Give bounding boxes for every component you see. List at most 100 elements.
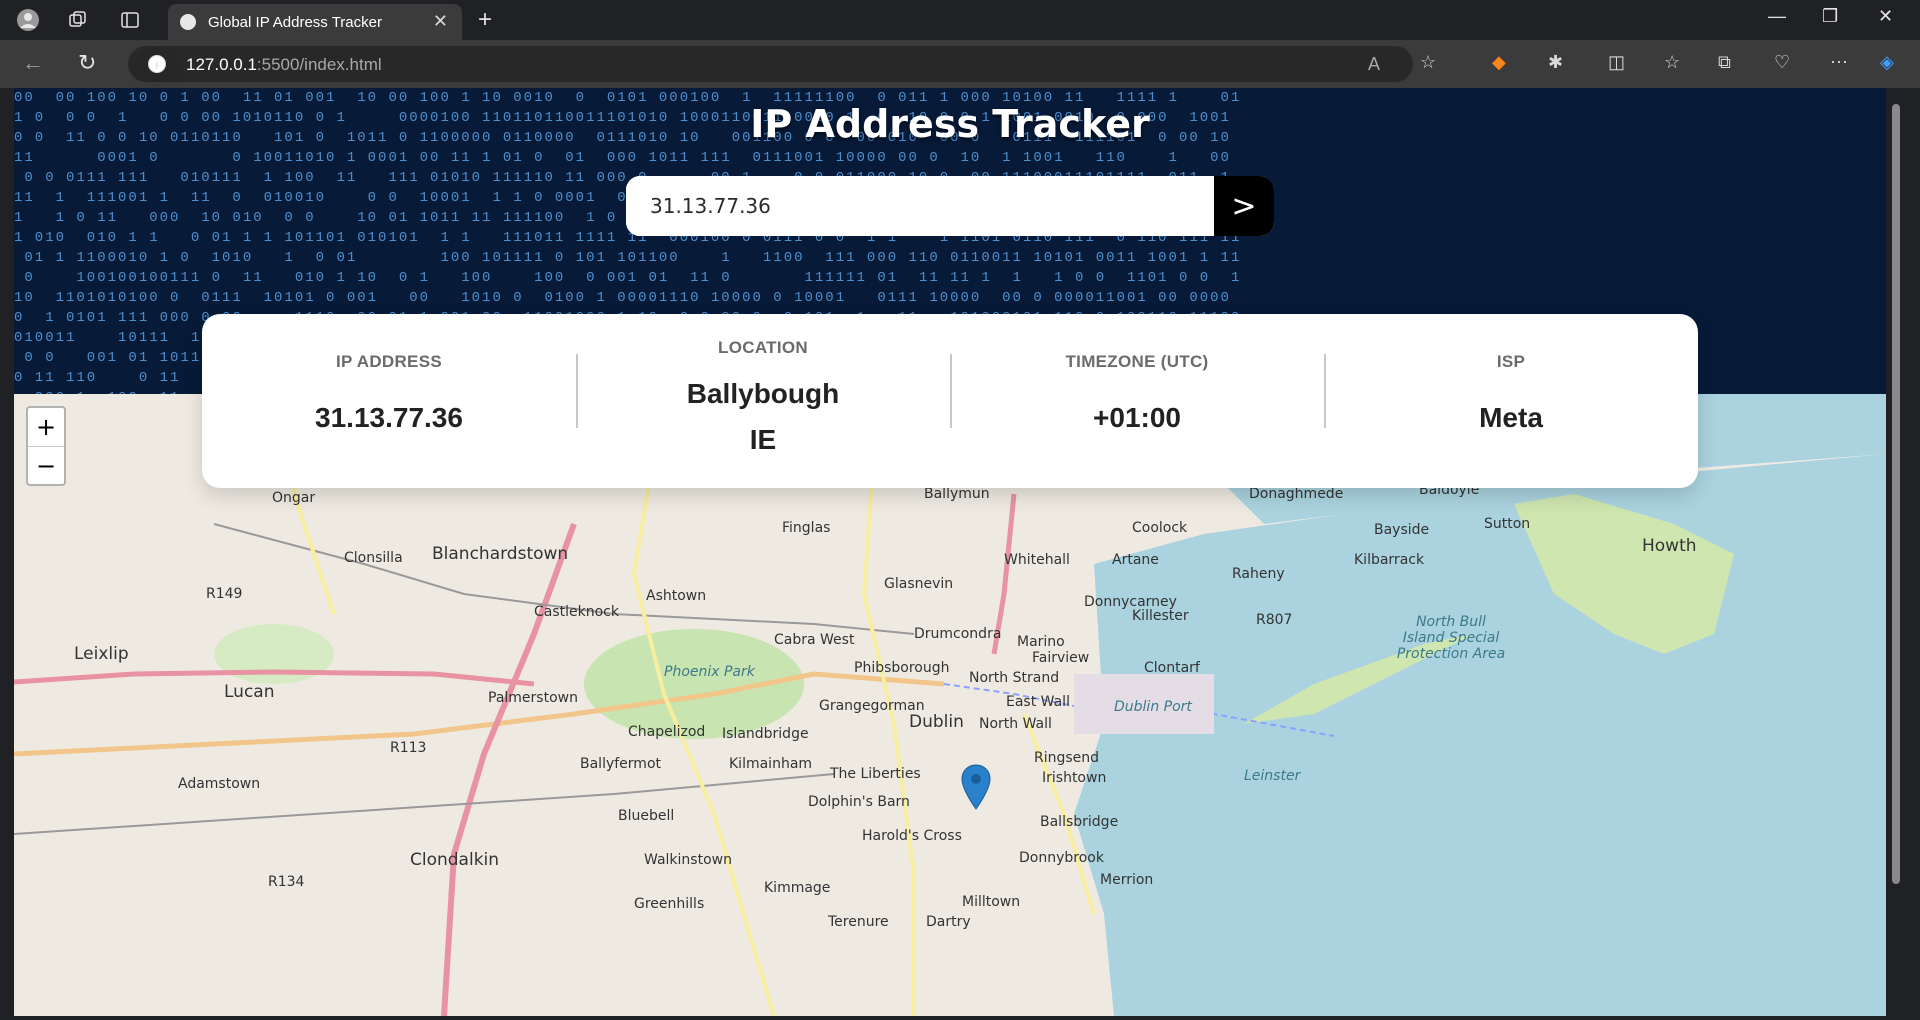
page-title: IP Address Tracker — [750, 102, 1150, 146]
map-place-label: Donnybrook — [1019, 850, 1104, 866]
map-place-label: East Wall — [1006, 694, 1070, 710]
map-place-label: Greenhills — [634, 896, 705, 912]
map-place-label: Dublin Port — [1114, 699, 1192, 715]
map-place-label: Kimmage — [764, 880, 831, 896]
restore-icon[interactable]: ❐ — [1822, 6, 1838, 27]
chevron-right-icon: > — [1231, 188, 1257, 224]
extensions-icon[interactable]: ✱ — [1548, 52, 1563, 73]
favorites-icon[interactable]: ☆ — [1664, 52, 1680, 73]
isp-section: ISP Meta — [1324, 314, 1698, 488]
map-place-label: Islandbridge — [722, 726, 809, 742]
more-menu-icon[interactable]: ⋯ — [1830, 52, 1848, 73]
copilot-icon[interactable]: ◈ — [1880, 52, 1894, 73]
map-place-label: Kilbarrack — [1354, 552, 1425, 568]
window-close-icon[interactable]: ✕ — [1878, 6, 1893, 27]
map-place-label: Marino — [1017, 634, 1065, 650]
search-submit-button[interactable]: > — [1214, 176, 1274, 236]
timezone-label: TIMEZONE (UTC) — [1065, 352, 1209, 371]
map-place-label: Artane — [1112, 552, 1159, 568]
map-place-label: Chapelizod — [628, 724, 706, 740]
collections-icon[interactable]: ⧉ — [1718, 52, 1731, 73]
vertical-tabs-icon[interactable] — [118, 8, 142, 32]
map-place-label: Ballsbridge — [1040, 814, 1119, 830]
map-place-label: Blanchardstown — [432, 544, 569, 564]
map-place-label: Howth — [1642, 536, 1697, 556]
browser-tab-bar: Global IP Address Tracker ✕ + — ❐ ✕ — [0, 0, 1920, 40]
new-tab-icon[interactable]: + — [478, 6, 492, 34]
map-place-label: Dolphin's Barn — [808, 794, 910, 810]
map-place-label: Cabra West — [774, 632, 855, 648]
read-aloud-icon[interactable]: A — [1368, 54, 1380, 75]
tab-close-icon[interactable]: ✕ — [433, 11, 448, 32]
scrollbar-thumb[interactable] — [1892, 104, 1900, 884]
map-place-label: Ballymun — [924, 486, 990, 502]
map-place-label: Castleknock — [534, 604, 619, 620]
map-place-label: Fairview — [1032, 650, 1090, 666]
map-place-label: Glasnevin — [884, 576, 954, 592]
refresh-icon[interactable]: ↻ — [78, 50, 96, 76]
url-host: 127.0.0.1 — [186, 55, 257, 74]
map-place-label: Raheny — [1232, 566, 1285, 582]
page-scrollbar[interactable] — [1886, 88, 1906, 1016]
map-place-label: Kilmainham — [729, 756, 813, 772]
map-place-label: Ringsend — [1034, 750, 1100, 766]
map-place-label: Donaghmede — [1249, 486, 1344, 502]
map-place-label: Phibsborough — [854, 660, 950, 676]
map-place-label: R807 — [1256, 612, 1293, 628]
map-place-label: R149 — [206, 586, 243, 602]
timezone-section: TIMEZONE (UTC) +01:00 — [950, 314, 1324, 488]
map-place-label: Milltown — [962, 894, 1021, 910]
map-place-label: Ballyfermot — [580, 756, 661, 772]
active-tab[interactable]: Global IP Address Tracker ✕ — [168, 4, 462, 40]
map-place-label: Harold's Cross — [862, 828, 962, 844]
ip-search-input[interactable] — [626, 176, 1214, 236]
map-place-label: Clondalkin — [410, 850, 500, 870]
zoom-out-button[interactable]: − — [28, 447, 64, 485]
map-place-label: North Wall — [979, 716, 1052, 732]
url-field[interactable]: i 127.0.0.1:5500/index.html A ☆ — [128, 46, 1436, 82]
map-place-label: Drumcondra — [914, 626, 1002, 642]
map-place-label: Irishtown — [1042, 770, 1107, 786]
isp-value: Meta — [1479, 402, 1543, 433]
map-place-label: Merrion — [1100, 872, 1154, 888]
favorite-star-icon[interactable]: ☆ — [1420, 52, 1436, 73]
location-marker-icon[interactable] — [961, 764, 991, 810]
ip-address-value: 31.13.77.36 — [315, 402, 463, 433]
metamask-extension-icon[interactable]: ◆ — [1492, 52, 1506, 73]
minimize-icon[interactable]: — — [1768, 6, 1786, 27]
map-place-label: Coolock — [1132, 520, 1188, 536]
site-info-icon[interactable]: i — [148, 55, 166, 73]
map-place-label: Phoenix Park — [664, 664, 755, 680]
tab-title: Global IP Address Tracker — [208, 14, 382, 31]
map-place-label: Bluebell — [618, 808, 675, 824]
zoom-control: + − — [26, 406, 66, 486]
location-section: LOCATION Ballybough IE — [576, 314, 950, 488]
split-screen-icon[interactable]: ◫ — [1608, 52, 1625, 73]
profile-icon[interactable] — [16, 8, 40, 32]
map-place-label: Clontarf — [1144, 660, 1200, 676]
workspaces-icon[interactable] — [66, 8, 90, 32]
browser-essentials-icon[interactable]: ♡ — [1774, 52, 1790, 73]
ip-address-label: IP ADDRESS — [336, 352, 442, 371]
map-place-label: Finglas — [782, 520, 831, 536]
map-place-label: Lucan — [224, 682, 275, 702]
url-path: :5500/index.html — [256, 55, 382, 74]
ip-address-section: IP ADDRESS 31.13.77.36 — [202, 314, 576, 488]
map-place-label: Leinster — [1244, 768, 1301, 784]
map-place-label: North Bull Island Special Protection Are… — [1396, 614, 1506, 662]
zoom-in-button[interactable]: + — [28, 408, 64, 447]
map-place-label: R134 — [268, 874, 305, 890]
page-viewport: 00 00 100 10 0 1 00 11 01 001 10 00 100 … — [14, 88, 1886, 1016]
map-place-label: Clonsilla — [344, 550, 403, 566]
map-place-label: Bayside — [1374, 522, 1430, 538]
map-place-label: Walkinstown — [644, 852, 732, 868]
tab-favicon-icon — [180, 14, 196, 30]
back-icon[interactable]: ← — [22, 50, 44, 76]
map-place-label: The Liberties — [830, 766, 921, 782]
address-bar-row: ← ↻ i 127.0.0.1:5500/index.html A ☆ ◆ ✱ … — [0, 40, 1920, 88]
map-place-label: R113 — [390, 740, 427, 756]
map-place-label: Leixlip — [74, 644, 129, 664]
map-place-label: Palmerstown — [488, 690, 578, 706]
map-place-label: Adamstown — [178, 776, 261, 792]
isp-label: ISP — [1496, 352, 1526, 371]
